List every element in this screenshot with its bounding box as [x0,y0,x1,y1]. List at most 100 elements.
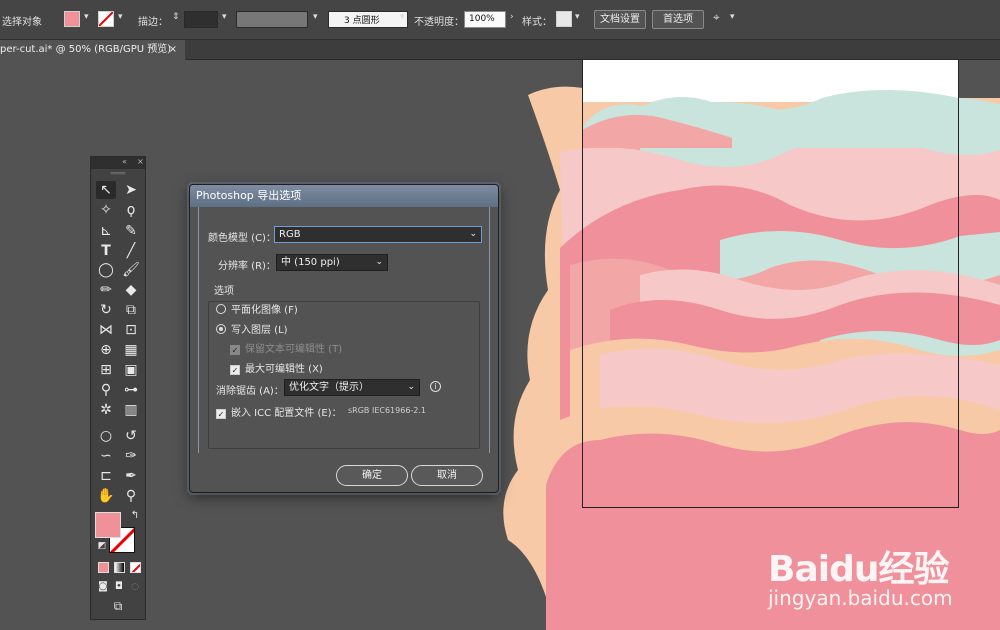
fill-color-swatch[interactable] [64,11,80,27]
eyedropper-tool-icon[interactable]: ⚲ [96,381,116,399]
slice-tool-icon[interactable]: ∽ [96,447,116,465]
gradient-mode-icon[interactable] [114,562,125,573]
variable-width-profile[interactable] [236,11,308,28]
chevron-down-icon: ⌄ [407,382,415,392]
type-tool-icon[interactable]: T [96,242,116,260]
embed-icc-label: 嵌入 ICC 配置文件 (E)： [231,408,342,419]
swap-fill-stroke-icon[interactable]: ↰ [125,507,145,525]
rotate-tool-icon[interactable]: ↻ [96,301,116,319]
draw-inside-icon[interactable]: ◌ [125,578,145,596]
chevron-right-icon[interactable]: › [510,12,514,22]
chevron-down-icon: ⌄ [375,257,383,267]
artboard-frame[interactable] [582,58,959,508]
symbol-sprayer-tool-icon[interactable]: ✲ [96,401,116,419]
stroke-weight-input[interactable] [184,11,218,28]
options-label: 选项 [214,286,234,297]
checkbox-checked-icon: ✓ [230,345,240,355]
preserve-text-option[interactable]: ✓ 保留文本可编辑性 (T) [230,340,342,355]
chevron-down-icon[interactable]: ▾ [84,12,89,22]
antialias-label: 消除锯齿 (A)： [216,386,284,397]
preserve-text-label: 保留文本可编辑性 (T) [245,344,343,355]
tools-panel: « × ═══ ↖ ➤ ✧ ϙ ⊾ ✎ T ╱ ◯ 🖌 ✏ ◆ ↻ ⧉ ⋈ ⊡ … [90,156,146,620]
chevron-down-icon[interactable]: ▾ [575,12,580,22]
zoom-tool-icon[interactable]: ⚲ [121,487,141,505]
collapse-icon[interactable]: « [122,157,127,166]
max-editability-label: 最大可编辑性 (X) [245,364,323,375]
line-tool-icon[interactable]: ╱ [121,242,141,260]
ok-button[interactable]: 确定 [336,465,408,486]
antialias-select[interactable]: 优化文字（提示） ⌄ [284,379,420,396]
info-icon[interactable]: i [430,381,441,392]
stepper-icon[interactable]: ⇕ [172,12,180,22]
paintbrush-tool-icon[interactable]: 🖌 [121,261,141,279]
tools-panel-header[interactable]: « × [91,157,145,169]
screen-mode-icon[interactable]: ⧉ [108,597,128,615]
width-tool-icon[interactable]: ⋈ [96,321,116,339]
curvature-tool-icon[interactable]: ✎ [121,222,141,240]
scale-tool-icon[interactable]: ⧉ [121,301,141,319]
eraser-tool-icon[interactable]: ◆ [121,281,141,299]
checkbox-checked-icon: ✓ [216,409,226,419]
shaper-tool-icon[interactable]: ○ [96,427,116,445]
arrange-icon[interactable]: ⌖ [713,10,720,25]
close-icon[interactable]: × [169,40,177,60]
embed-icc-option[interactable]: ✓ 嵌入 ICC 配置文件 (E)： [216,404,342,419]
brush-label: 3 点圆形 [344,16,380,26]
none-mode-icon[interactable] [130,562,141,573]
cancel-button[interactable]: 取消 [411,465,483,486]
chevron-down-icon[interactable]: ▾ [730,12,735,22]
baidu-logo: Baidu经验 [768,549,949,590]
stroke-label: 描边： [138,17,168,28]
dialog-title[interactable]: Photoshop 导出选项 [190,185,498,207]
shape-builder-tool-icon[interactable]: ⊕ [96,341,116,359]
write-layers-option[interactable]: 写入图层 (L) [216,321,288,336]
free-transform-tool-icon[interactable]: ⊡ [121,321,141,339]
radio-icon [216,304,226,314]
pen-tool-icon[interactable]: ⊾ [96,222,116,240]
stroke-none-swatch[interactable] [98,11,114,27]
write-layers-label: 写入图层 (L) [231,325,288,336]
none-slash-icon [131,563,140,572]
rotate-view-tool-icon[interactable]: ↺ [121,427,141,445]
color-model-value: RGB [279,229,301,240]
flat-image-option[interactable]: 平面化图像 (F) [216,301,298,316]
chevron-down-icon[interactable]: ▾ [118,12,123,22]
color-mode-fill-icon[interactable] [98,562,109,573]
color-model-select[interactable]: RGB ⌄ [274,226,482,243]
document-tab[interactable]: per-cut.ai* @ 50% (RGB/GPU 预览) × [0,40,186,60]
resolution-select[interactable]: 中 (150 ppi) ⌄ [276,254,388,271]
chevron-down-icon[interactable]: ▾ [400,12,405,22]
column-graph-tool-icon[interactable]: ▥ [121,401,141,419]
resolution-label: 分辨率 (R)： [218,261,276,272]
document-tab-title: per-cut.ai* @ 50% (RGB/GPU 预览) [0,44,172,55]
perspective-grid-tool-icon[interactable]: ▦ [121,341,141,359]
dialog-body: 颜色模型 (C)： RGB ⌄ 分辨率 (R)： 中 (150 ppi) ⌄ 选… [198,207,490,486]
document-setup-button[interactable]: 文档设置 [594,10,646,29]
blend-tool-icon[interactable]: ⊶ [121,381,141,399]
control-bar: 选择对象 ▾ ▾ 描边： ⇕ ▾ ▾ 3 点圆形 ▾ 不透明度： 100% › … [0,0,1000,40]
chevron-down-icon[interactable]: ▾ [222,12,227,22]
fill-swatch[interactable] [95,512,121,538]
magic-wand-tool-icon[interactable]: ✧ [96,201,116,219]
lasso-tool-icon[interactable]: ϙ [121,201,141,219]
max-editability-option[interactable]: ✓ 最大可编辑性 (X) [230,360,323,375]
style-label: 样式： [522,17,552,28]
pen-edit-tool-icon[interactable]: ✒ [121,467,141,485]
preferences-button[interactable]: 首选项 [652,10,704,29]
antialias-value: 优化文字（提示） [289,382,369,393]
artboard-tool-icon[interactable]: ⊏ [96,467,116,485]
direct-selection-tool-icon[interactable]: ➤ [121,181,141,199]
mesh-tool-icon[interactable]: ⊞ [96,361,116,379]
chevron-down-icon[interactable]: ▾ [313,12,318,22]
ellipse-tool-icon[interactable]: ◯ [96,261,116,279]
graphic-style-swatch[interactable] [556,11,572,27]
default-colors-icon[interactable]: ◩ [92,537,112,555]
hand-tool-icon[interactable]: ✋ [96,487,116,505]
pencil-tool-icon[interactable]: ✏ [96,281,116,299]
close-icon[interactable]: × [137,157,144,166]
selection-tool-icon[interactable]: ↖ [96,181,116,199]
gradient-tool-icon[interactable]: ▣ [121,361,141,379]
grip-icon[interactable]: ═══ [91,169,145,179]
opacity-input[interactable]: 100% [464,11,506,28]
warp-tool-icon[interactable]: ✑ [121,447,141,465]
